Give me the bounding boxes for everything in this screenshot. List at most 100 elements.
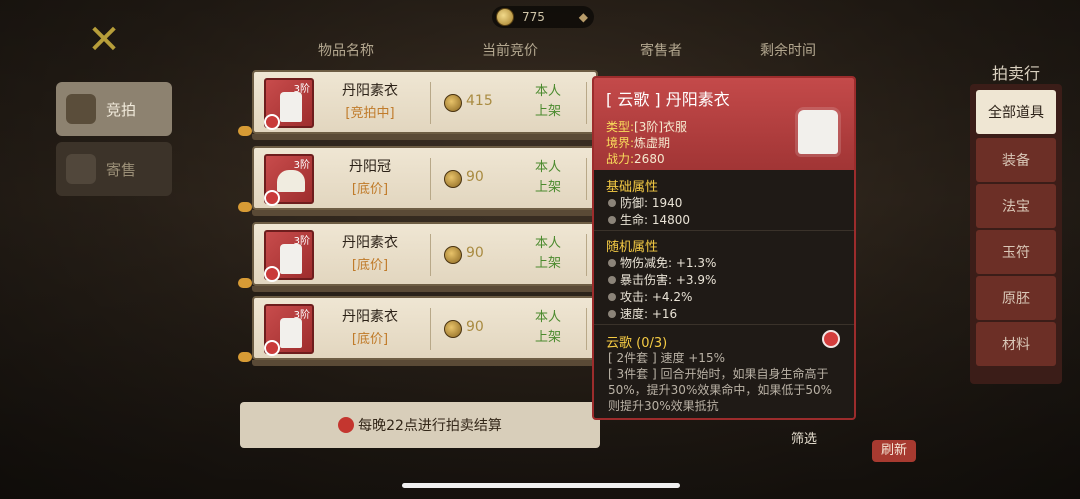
tooltip-header: [ 云歌 ] 丹阳素衣 类型:[3阶]衣服 境界:炼虚期 战力:2680 — [594, 78, 854, 170]
tooltip-title: [ 云歌 ] 丹阳素衣 — [606, 90, 730, 109]
tab-consign-label: 寄售 — [106, 160, 137, 179]
coin-icon — [496, 8, 514, 26]
random-stat: 物伤减免: +1.3% — [608, 254, 716, 271]
set-emblem-icon — [822, 330, 840, 348]
power-value: 2680 — [634, 152, 665, 166]
item-price: 90 — [466, 319, 484, 335]
item-status: [底价] — [351, 182, 389, 197]
header-current-bid: 当前竞价 — [482, 43, 538, 59]
divider — [430, 234, 431, 276]
clock-icon — [338, 417, 355, 433]
stat-text: 防御: 1940 — [620, 196, 683, 210]
currency-display: 775 ◆ — [492, 6, 594, 28]
robe-icon — [280, 92, 302, 122]
sword-badge-icon — [264, 266, 280, 282]
item-seller: 本人 上架 — [534, 84, 561, 119]
stat-text: 生命: 14800 — [620, 213, 691, 227]
tab-consign[interactable]: 寄售 — [56, 142, 172, 196]
divider — [430, 82, 431, 124]
separator — [594, 230, 854, 231]
header-item-name: 物品名称 — [318, 43, 374, 59]
random-stats-title: 随机属性 — [606, 240, 659, 255]
auction-row[interactable]: 3阶 丹阳素衣 [竞拍中] 415 本人 上架 — [252, 70, 598, 140]
bullet-icon — [608, 215, 616, 224]
power-label: 战力: — [606, 152, 635, 166]
consign-bag-icon — [66, 154, 96, 184]
item-status: [竞拍中] — [345, 106, 395, 121]
robe-item-icon: 3阶 — [264, 304, 314, 356]
settlement-notice: 每晚22点进行拍卖结算 — [240, 402, 600, 448]
item-name: 丹阳冠 — [349, 159, 391, 175]
item-price: 90 — [466, 245, 484, 261]
robe-icon — [280, 318, 302, 348]
crown-item-icon: 3阶 — [264, 154, 314, 206]
divider — [430, 308, 431, 350]
category-materials[interactable]: 材料 — [976, 322, 1056, 366]
bullet-icon — [608, 258, 616, 267]
category-embryo[interactable]: 原胚 — [976, 276, 1056, 320]
money-bag-icon — [238, 352, 252, 362]
item-name: 丹阳素衣 — [342, 83, 398, 99]
refresh-button[interactable]: 刷新 — [872, 440, 916, 462]
auction-row[interactable]: 3阶 丹阳素衣 [底价] 90 本人 上架 — [252, 296, 598, 366]
item-name: 丹阳素衣 — [342, 309, 398, 325]
coin-icon — [444, 170, 462, 188]
tooltip-realm: 境界:炼虚期 — [606, 134, 670, 151]
coin-icon — [444, 320, 462, 338]
currency-amount: 775 — [522, 10, 545, 24]
money-bag-icon — [238, 202, 252, 212]
auction-row[interactable]: 3阶 丹阳素衣 [底价] 90 本人 上架 — [252, 222, 598, 292]
tooltip-power: 战力:2680 — [606, 150, 665, 167]
stat-text: 攻击: +4.2% — [620, 290, 693, 304]
divider — [586, 158, 587, 200]
header-seller: 寄售者 — [640, 43, 682, 59]
stat-text: 暴击伤害: +3.9% — [620, 273, 717, 287]
tier-label: 3阶 — [293, 160, 310, 171]
random-stat: 攻击: +4.2% — [608, 288, 692, 305]
notice-text: 每晚22点进行拍卖结算 — [358, 418, 502, 434]
item-status: [底价] — [351, 258, 389, 273]
item-seller: 本人 上架 — [534, 310, 561, 345]
base-stats-title: 基础属性 — [606, 180, 659, 195]
sword-badge-icon — [264, 340, 280, 356]
money-bag-icon — [238, 126, 252, 136]
item-status: [底价] — [351, 332, 389, 347]
bullet-icon — [608, 309, 616, 318]
item-seller: 本人 上架 — [534, 236, 561, 271]
robe-item-icon: 3阶 — [264, 78, 314, 130]
category-talisman[interactable]: 玉符 — [976, 230, 1056, 274]
tab-auction[interactable]: 竞拍 — [56, 82, 172, 136]
home-indicator[interactable] — [402, 483, 680, 488]
base-stat: 生命: 14800 — [608, 211, 690, 228]
robe-item-icon: 3阶 — [264, 230, 314, 282]
item-tooltip: [ 云歌 ] 丹阳素衣 类型:[3阶]衣服 境界:炼虚期 战力:2680 基础属… — [592, 76, 856, 420]
filter-button[interactable]: 筛选 — [784, 428, 824, 447]
coin-icon — [444, 246, 462, 264]
auction-row[interactable]: 3阶 丹阳冠 [底价] 90 本人 上架 — [252, 146, 598, 216]
item-price: 90 — [466, 169, 484, 185]
divider — [586, 234, 587, 276]
category-treasure[interactable]: 法宝 — [976, 184, 1056, 228]
robe-icon — [280, 244, 302, 274]
separator — [594, 324, 854, 325]
base-stat: 防御: 1940 — [608, 194, 682, 211]
skull-badge-icon — [264, 190, 280, 206]
realm-label: 境界: — [606, 136, 635, 150]
divider — [430, 158, 431, 200]
bullet-icon — [608, 292, 616, 301]
header-time-left: 剩余时间 — [760, 43, 816, 59]
category-all[interactable]: 全部道具 — [976, 90, 1056, 134]
coin-icon — [444, 94, 462, 112]
set-badge-icon — [264, 114, 280, 130]
item-name: 丹阳素衣 — [342, 235, 398, 251]
item-price: 415 — [466, 93, 493, 109]
plus-diamond-icon[interactable]: ◆ — [579, 10, 588, 24]
divider — [586, 82, 587, 124]
type-value: [3阶]衣服 — [634, 120, 688, 134]
crown-icon — [277, 170, 305, 192]
category-equipment[interactable]: 装备 — [976, 138, 1056, 182]
close-icon[interactable]: ✕ — [84, 20, 124, 60]
realm-value: 炼虚期 — [634, 136, 671, 150]
stat-text: 物伤减免: +1.3% — [620, 256, 717, 270]
divider — [586, 308, 587, 350]
